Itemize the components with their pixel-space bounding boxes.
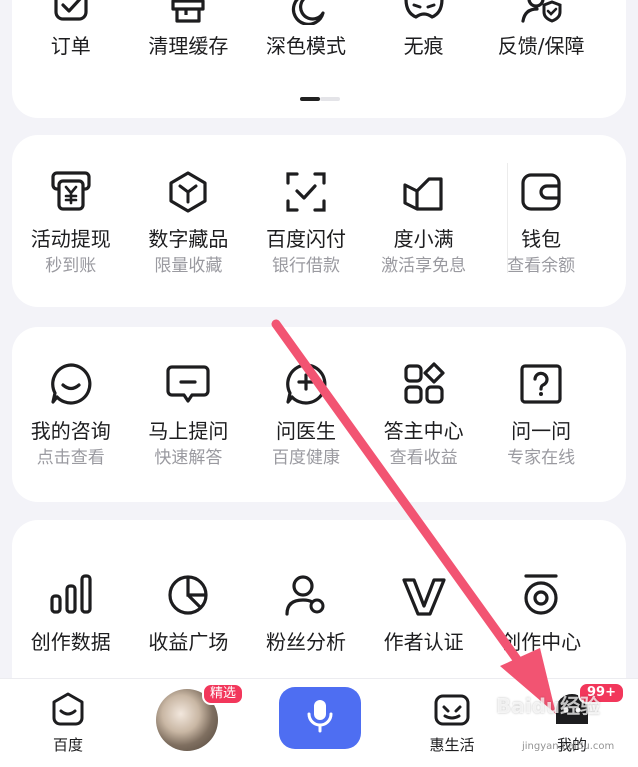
page-indicator (300, 97, 340, 101)
fans-analysis-button[interactable]: 粉丝分析 (247, 572, 365, 654)
fans-icon (283, 572, 329, 618)
clear-cache-label: 清理缓存 (148, 34, 229, 58)
shield-user-icon (518, 0, 564, 25)
moon-icon (283, 0, 329, 25)
hexagon-icon (165, 169, 211, 215)
message-icon (165, 361, 211, 407)
ask-doctor-label: 问医生 (275, 419, 336, 443)
earnings-plaza-button[interactable]: 收益广场 (130, 572, 248, 654)
ask-expert-label: 问一问 (511, 419, 572, 443)
watermark: Baidu经验 (496, 694, 601, 718)
microphone-icon (306, 698, 334, 738)
feedback-label: 反馈/保障 (497, 34, 585, 58)
baidu-home-icon (48, 690, 88, 730)
quick-tools-card: 订单 清理缓存 深色模式 无痕 反馈/保障 (12, 0, 626, 118)
tab-baidu[interactable]: 百度 (13, 679, 123, 755)
doctor-icon (283, 361, 329, 407)
duxiaoman-sub: 激活享免息 (381, 256, 467, 276)
incognito-label: 无痕 (403, 34, 444, 58)
creator-center-label: 创作中心 (501, 630, 582, 654)
my-consult-label: 我的咨询 (30, 419, 111, 443)
withdraw-label: 活动提现 (30, 227, 111, 251)
mask-icon (401, 0, 447, 25)
yen-withdraw-icon (48, 169, 94, 215)
flash-pay-button[interactable]: 百度闪付 银行借款 (247, 169, 365, 277)
bar-chart-icon (48, 572, 94, 618)
wallet-icon (518, 169, 564, 215)
flash-pay-sub: 银行借款 (271, 256, 340, 276)
voice-search-button[interactable] (279, 687, 361, 749)
finance-row: 活动提现 秒到账 数字藏品 限量收藏 百度闪付 银行借款 度小满 激活享免息 钱… (12, 169, 626, 277)
creator-row: 创作数据 收益广场 粉丝分析 作者认证 创作中心 (12, 572, 626, 654)
answerer-center-sub: 查看收益 (389, 448, 458, 468)
creator-center-button[interactable]: 创作中心 (482, 572, 600, 654)
answerer-center-button[interactable]: 答主中心 查看收益 (365, 361, 483, 469)
grid-apps-icon (401, 361, 447, 407)
answerer-center-label: 答主中心 (383, 419, 464, 443)
incognito-button[interactable]: 无痕 (365, 0, 483, 58)
finance-card: 活动提现 秒到账 数字藏品 限量收藏 百度闪付 银行借款 度小满 激活享免息 钱… (12, 135, 626, 307)
nft-sub: 限量收藏 (154, 256, 223, 276)
smile-chat-icon (48, 361, 94, 407)
nft-label: 数字藏品 (148, 227, 229, 251)
watermark-url: jingyan.baidu.com (522, 741, 615, 752)
my-consult-sub: 点击查看 (36, 448, 105, 468)
ask-doctor-sub: 百度健康 (271, 448, 340, 468)
page-dot (320, 97, 340, 101)
my-consult-button[interactable]: 我的咨询 点击查看 (12, 361, 130, 469)
tab-life-label: 惠生活 (429, 736, 475, 754)
qa-card: 我的咨询 点击查看 马上提问 快速解答 问医生 百度健康 答主中心 查看收益 问… (12, 327, 626, 502)
earnings-plaza-label: 收益广场 (148, 630, 229, 654)
brush-icon (165, 0, 211, 25)
qa-row: 我的咨询 点击查看 马上提问 快速解答 问医生 百度健康 答主中心 查看收益 问… (12, 361, 626, 469)
dark-mode-label: 深色模式 (265, 34, 346, 58)
ask-now-label: 马上提问 (148, 419, 229, 443)
featured-badge: 精选 (202, 683, 245, 705)
orders-button[interactable]: 订单 (12, 0, 130, 58)
question-icon (518, 361, 564, 407)
order-check-icon (48, 0, 94, 25)
wallet-button[interactable]: 钱包 查看余额 (482, 169, 600, 277)
ask-doctor-button[interactable]: 问医生 百度健康 (247, 361, 365, 469)
dark-mode-button[interactable]: 深色模式 (247, 0, 365, 58)
target-icon (518, 572, 564, 618)
pie-chart-icon (165, 572, 211, 618)
ask-now-button[interactable]: 马上提问 快速解答 (130, 361, 248, 469)
ask-expert-button[interactable]: 问一问 专家在线 (482, 361, 600, 469)
quick-tools-row: 订单 清理缓存 深色模式 无痕 反馈/保障 (12, 0, 626, 58)
ask-expert-sub: 专家在线 (507, 448, 576, 468)
withdraw-sub: 秒到账 (45, 256, 97, 276)
ask-now-sub: 快速解答 (154, 448, 223, 468)
life-icon (432, 690, 472, 730)
orders-label: 订单 (50, 34, 91, 58)
creator-data-button[interactable]: 创作数据 (12, 572, 130, 654)
duxiaoman-label: 度小满 (393, 227, 454, 251)
feedback-button[interactable]: 反馈/保障 (482, 0, 600, 58)
wallet-sub: 查看余额 (507, 256, 576, 276)
duxiaoman-button[interactable]: 度小满 激活享免息 (365, 169, 483, 277)
author-verify-label: 作者认证 (383, 630, 464, 654)
clear-cache-button[interactable]: 清理缓存 (130, 0, 248, 58)
creator-data-label: 创作数据 (30, 630, 111, 654)
nft-button[interactable]: 数字藏品 限量收藏 (130, 169, 248, 277)
withdraw-button[interactable]: 活动提现 秒到账 (12, 169, 130, 277)
tab-life[interactable]: 惠生活 (397, 679, 507, 755)
v-badge-icon (401, 572, 447, 618)
fans-analysis-label: 粉丝分析 (265, 630, 346, 654)
tab-baidu-label: 百度 (52, 736, 83, 754)
scan-check-icon (283, 169, 329, 215)
duxiaoman-icon (401, 169, 447, 215)
flash-pay-label: 百度闪付 (265, 227, 346, 251)
page-dot-active (300, 97, 320, 101)
wallet-label: 钱包 (521, 227, 562, 251)
author-verify-button[interactable]: 作者认证 (365, 572, 483, 654)
